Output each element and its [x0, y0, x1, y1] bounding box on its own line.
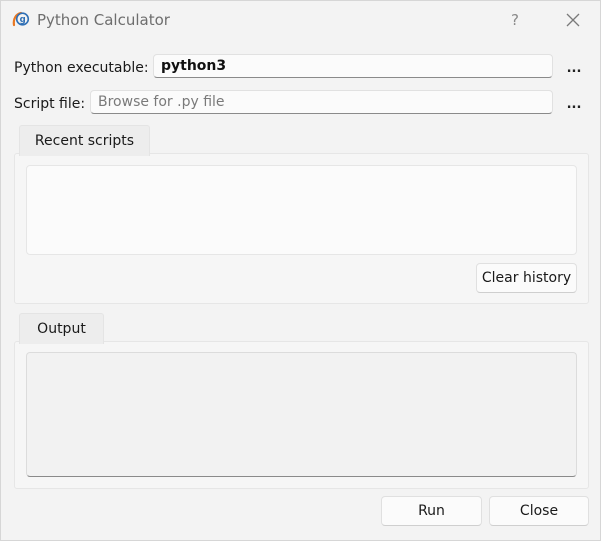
recent-scripts-list[interactable]: [26, 165, 577, 255]
tab-output[interactable]: Output: [19, 313, 104, 344]
close-icon: [566, 13, 580, 27]
python-executable-field[interactable]: python3: [153, 54, 553, 78]
python-calculator-dialog: g Python Calculator ? Python executable:…: [0, 0, 601, 541]
browse-script-button[interactable]: ...: [566, 95, 582, 115]
python-executable-label: Python executable:: [14, 60, 149, 76]
help-button[interactable]: ?: [498, 5, 532, 35]
svg-text:g: g: [20, 15, 26, 25]
close-button[interactable]: Close: [489, 496, 589, 526]
tab-recent-scripts[interactable]: Recent scripts: [19, 125, 150, 156]
script-file-field[interactable]: Browse for .py file: [90, 90, 553, 114]
output-text-area[interactable]: [26, 352, 577, 477]
clear-history-button[interactable]: Clear history: [476, 263, 577, 293]
browse-python-button[interactable]: ...: [566, 59, 582, 79]
run-button[interactable]: Run: [381, 496, 482, 526]
window-close-button[interactable]: [556, 5, 590, 35]
window-title: Python Calculator: [37, 11, 170, 29]
script-file-label: Script file:: [14, 96, 86, 112]
title-bar: g Python Calculator ?: [1, 1, 600, 39]
app-logo-icon: g: [12, 11, 30, 28]
